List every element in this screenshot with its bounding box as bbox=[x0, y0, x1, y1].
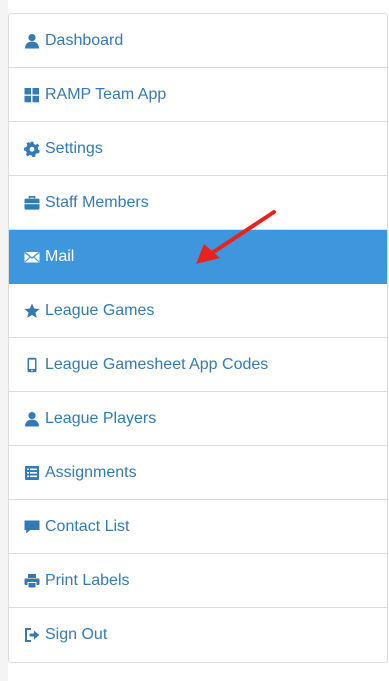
grid-icon bbox=[22, 86, 42, 104]
menu-item-league-games[interactable]: League Games bbox=[9, 284, 387, 338]
mobile-icon bbox=[22, 356, 42, 374]
list-icon bbox=[22, 464, 42, 482]
menu-item-label: Contact List bbox=[45, 517, 130, 535]
menu-item-label: League Gamesheet App Codes bbox=[45, 355, 269, 373]
sidebar-menu: Dashboard RAMP Team App Settings Staff M… bbox=[8, 13, 388, 663]
menu-item-label: Settings bbox=[45, 139, 103, 157]
briefcase-icon bbox=[22, 194, 42, 212]
menu-item-sign-out[interactable]: Sign Out bbox=[9, 608, 387, 662]
menu-item-league-gamesheet-app-codes[interactable]: League Gamesheet App Codes bbox=[9, 338, 387, 392]
menu-item-label: League Games bbox=[45, 301, 155, 319]
print-icon bbox=[22, 572, 42, 590]
user-icon bbox=[22, 410, 42, 428]
menu-item-label: RAMP Team App bbox=[45, 85, 167, 103]
gear-icon bbox=[22, 140, 42, 158]
envelope-icon bbox=[22, 248, 42, 266]
menu-item-label: Sign Out bbox=[45, 626, 108, 643]
menu-item-label: Staff Members bbox=[45, 193, 149, 211]
menu-item-label: Assignments bbox=[45, 463, 137, 481]
menu-item-assignments[interactable]: Assignments bbox=[9, 446, 387, 500]
menu-item-mail[interactable]: Mail bbox=[9, 230, 387, 284]
comment-icon bbox=[22, 518, 42, 536]
menu-item-label: League Players bbox=[45, 409, 157, 427]
menu-item-label: Mail bbox=[45, 247, 75, 265]
menu-item-staff-members[interactable]: Staff Members bbox=[9, 176, 387, 230]
star-icon bbox=[22, 302, 42, 320]
menu-item-settings[interactable]: Settings bbox=[9, 122, 387, 176]
menu-item-dashboard[interactable]: Dashboard bbox=[9, 14, 387, 68]
menu-item-label: Dashboard bbox=[45, 31, 124, 49]
menu-item-contact-list[interactable]: Contact List bbox=[9, 500, 387, 554]
menu-item-ramp-team-app[interactable]: RAMP Team App bbox=[9, 68, 387, 122]
menu-item-print-labels[interactable]: Print Labels bbox=[9, 554, 387, 608]
sign-out-icon bbox=[22, 626, 42, 644]
menu-item-league-players[interactable]: League Players bbox=[9, 392, 387, 446]
user-icon bbox=[22, 32, 42, 50]
menu-item-label: Print Labels bbox=[45, 571, 130, 589]
